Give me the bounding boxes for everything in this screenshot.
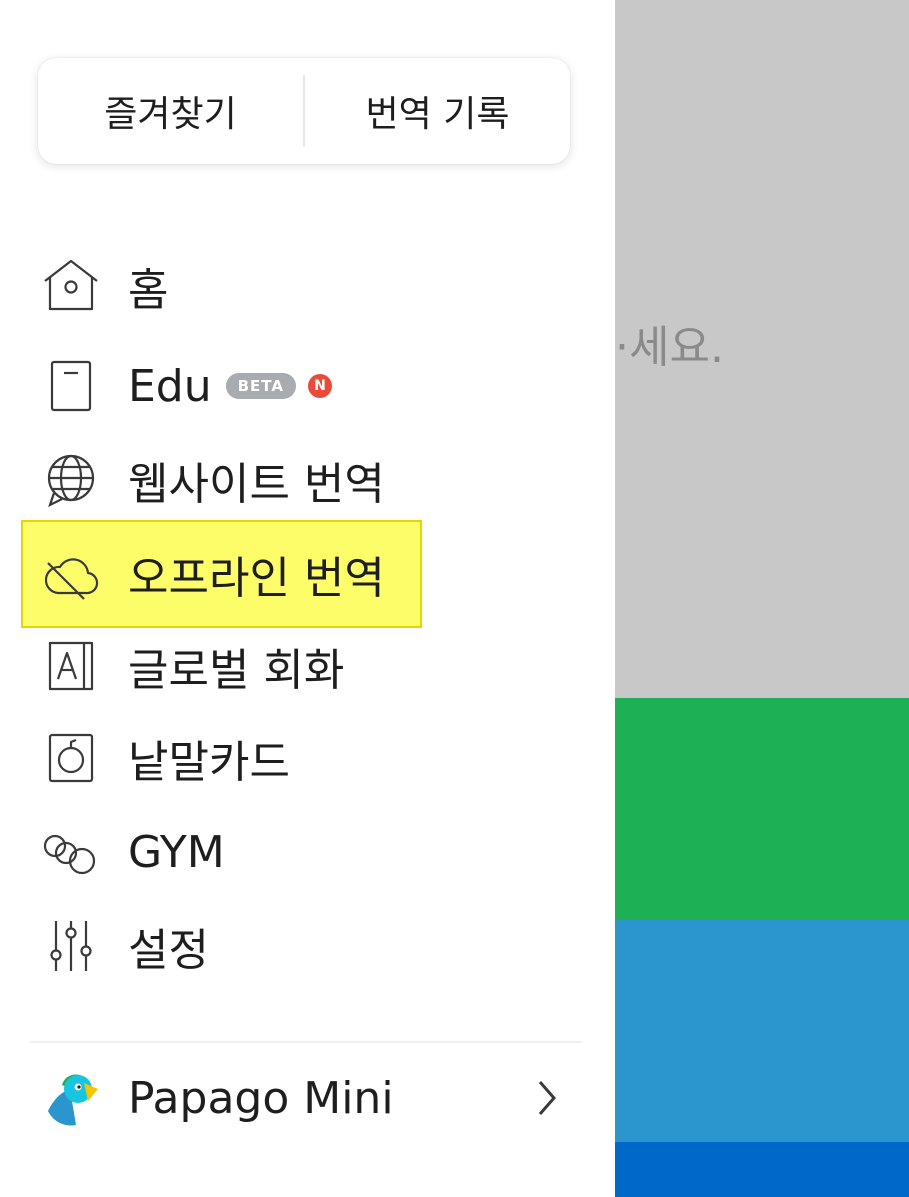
globe-icon — [40, 449, 102, 511]
app-root: ·세요. 즐겨찾기 번역 기록 홈 Edu BETA N 웹사이트 번역 오프라… — [0, 0, 909, 1197]
home-icon — [40, 255, 102, 317]
menu-item-website-translation[interactable]: 웹사이트 번역 — [40, 440, 600, 520]
background-gray-panel: ·세요. — [615, 0, 909, 698]
menu-label-offline-translation: 오프라인 번역 — [128, 553, 385, 604]
background-screen: ·세요. — [615, 0, 909, 1197]
footer-divider — [30, 1041, 582, 1043]
top-tab-bar: 즐겨찾기 번역 기록 — [38, 58, 570, 164]
menu-item-global-conversation[interactable]: 글로벌 회화 — [40, 626, 600, 706]
papago-logo-icon — [40, 1067, 102, 1129]
cloud-off-icon — [40, 543, 102, 605]
menu-label-flashcards: 낱말카드 — [128, 737, 290, 788]
menu-item-edu[interactable]: Edu BETA N — [40, 346, 600, 426]
menu-item-gym[interactable]: GYM — [40, 812, 600, 892]
background-dark-blue-panel — [615, 1142, 909, 1197]
menu-item-settings[interactable]: 설정 — [40, 906, 600, 986]
flashcard-icon — [40, 727, 102, 789]
papago-mini-link[interactable]: Papago Mini — [40, 1058, 580, 1138]
menu-item-offline-translation[interactable]: 오프라인 번역 — [40, 534, 600, 614]
papago-mini-label: Papago Mini — [128, 1072, 394, 1124]
menu-label-global-conversation: 글로벌 회화 — [128, 645, 345, 696]
menu-label-home: 홈 — [128, 265, 169, 316]
menu-label-settings: 설정 — [128, 925, 209, 976]
background-partial-text: ·세요. — [615, 322, 724, 373]
book-icon — [40, 355, 102, 417]
menu-label-gym: GYM — [128, 826, 225, 878]
tab-translation-history[interactable]: 번역 기록 — [305, 58, 570, 164]
new-badge: N — [307, 374, 332, 398]
menu-label-edu: Edu — [128, 360, 212, 412]
background-green-panel — [615, 698, 909, 920]
settings-sliders-icon — [40, 915, 102, 977]
background-blue-panel — [615, 920, 909, 1142]
tab-favorites[interactable]: 즐겨찾기 — [38, 58, 303, 164]
menu-item-flashcards[interactable]: 낱말카드 — [40, 718, 600, 798]
phrasebook-icon — [40, 635, 102, 697]
side-drawer: 즐겨찾기 번역 기록 홈 Edu BETA N 웹사이트 번역 오프라인 번역 … — [0, 0, 615, 1197]
chevron-right-icon — [538, 1081, 556, 1115]
menu-item-home[interactable]: 홈 — [40, 246, 600, 326]
beta-badge: BETA — [225, 373, 296, 399]
gym-icon — [40, 821, 102, 883]
menu-label-website-translation: 웹사이트 번역 — [128, 459, 385, 510]
